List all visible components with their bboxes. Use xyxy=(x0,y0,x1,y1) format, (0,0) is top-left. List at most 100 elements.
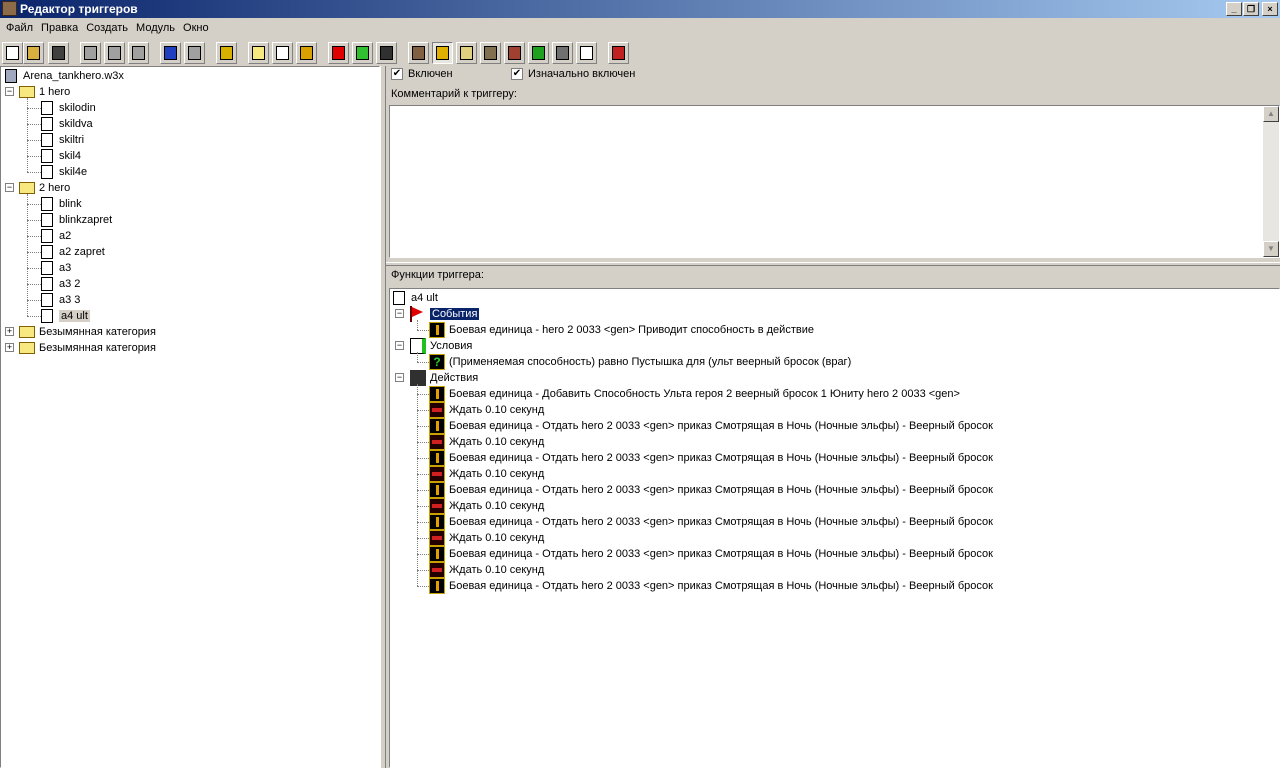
redo-button[interactable] xyxy=(184,42,205,64)
tree-trigger[interactable]: skildva xyxy=(41,116,93,132)
delete-button[interactable] xyxy=(216,42,237,64)
unit-icon xyxy=(429,386,445,402)
tree-trigger[interactable]: skilodin xyxy=(41,100,96,116)
new-trigger-button[interactable] xyxy=(272,42,293,64)
tree-connector xyxy=(27,156,41,157)
trigger-icon xyxy=(41,101,53,115)
object-editor-button[interactable] xyxy=(480,42,501,64)
item-text: Ждать 0.10 секунд xyxy=(449,436,545,448)
cut-icon xyxy=(84,46,97,60)
menu-file[interactable]: Файл xyxy=(2,22,37,34)
scroll-down-button[interactable]: ▼ xyxy=(1263,241,1279,257)
tree-category[interactable]: Безымянная категория xyxy=(19,340,156,356)
new-comment-button[interactable] xyxy=(296,42,317,64)
action-item[interactable]: Боевая единица - Добавить Способность Ул… xyxy=(429,386,960,402)
action-item[interactable]: Ждать 0.10 секунд xyxy=(429,402,544,418)
collapse-icon[interactable]: − xyxy=(395,309,404,318)
trigger-editor-button[interactable] xyxy=(432,42,453,64)
group-events[interactable]: События xyxy=(410,306,481,322)
new-button[interactable] xyxy=(2,42,23,64)
action-item[interactable]: Ждать 0.10 секунд xyxy=(429,562,544,578)
cut-button[interactable] xyxy=(80,42,101,64)
save-button[interactable] xyxy=(48,42,69,64)
tree-trigger[interactable]: a2 zapret xyxy=(41,244,105,260)
action-item[interactable]: Боевая единица - Отдать hero 2 0033 <gen… xyxy=(429,514,993,530)
undo-button[interactable] xyxy=(160,42,181,64)
action-item[interactable]: Боевая единица - Отдать hero 2 0033 <gen… xyxy=(429,450,993,466)
unit-icon xyxy=(429,418,445,434)
trigger-root[interactable]: a4 ult xyxy=(393,290,438,306)
campaign-editor-button[interactable] xyxy=(504,42,525,64)
action-item[interactable]: Ждать 0.10 секунд xyxy=(429,434,544,450)
tree-trigger[interactable]: a3 3 xyxy=(41,292,80,308)
tree-trigger[interactable]: skil4 xyxy=(41,148,81,164)
group-conditions[interactable]: Условия xyxy=(410,338,472,354)
enabled-checkbox[interactable]: ✔ xyxy=(391,68,403,80)
paste-button[interactable] xyxy=(128,42,149,64)
collapse-icon[interactable]: − xyxy=(395,341,404,350)
new-category-button[interactable] xyxy=(248,42,269,64)
object-manager-button[interactable] xyxy=(576,42,597,64)
window-title: Редактор триггеров xyxy=(20,2,138,16)
minimize-button[interactable]: _ xyxy=(1226,2,1242,16)
group-actions[interactable]: Действия xyxy=(410,370,478,386)
comment-textarea[interactable]: ▲ ▼ xyxy=(389,105,1280,258)
tree-trigger[interactable]: a2 xyxy=(41,228,71,244)
paste-icon xyxy=(132,46,145,60)
action-item[interactable]: Ждать 0.10 секунд xyxy=(429,530,544,546)
action-item[interactable]: Боевая единица - Отдать hero 2 0033 <gen… xyxy=(429,546,993,562)
vertical-splitter[interactable] xyxy=(380,66,386,768)
horizontal-splitter[interactable] xyxy=(386,262,1280,266)
condition-icon xyxy=(410,338,426,354)
ai-editor-button[interactable] xyxy=(528,42,549,64)
expand-icon[interactable]: + xyxy=(5,343,14,352)
sound-editor-button[interactable] xyxy=(456,42,477,64)
trigger-label: a2 xyxy=(59,230,72,242)
new-action-button[interactable] xyxy=(376,42,397,64)
tree-trigger[interactable]: blinkzapret xyxy=(41,212,112,228)
trigger-icon xyxy=(41,293,53,307)
unit-icon xyxy=(429,514,445,530)
unit-icon xyxy=(429,578,445,594)
menu-edit[interactable]: Правка xyxy=(37,22,82,34)
condition-item[interactable]: ? (Применяемая способность) равно Пустышк… xyxy=(429,354,851,370)
open-button[interactable] xyxy=(23,42,44,64)
initially-on-checkbox[interactable]: ✔ xyxy=(511,68,523,80)
menu-create[interactable]: Создать xyxy=(82,22,132,34)
action-item[interactable]: Боевая единица - Отдать hero 2 0033 <gen… xyxy=(429,482,993,498)
tree-trigger[interactable]: skil4e xyxy=(41,164,87,180)
menu-module[interactable]: Модуль xyxy=(132,22,179,34)
action-item[interactable]: Ждать 0.10 секунд xyxy=(429,466,544,482)
comment-scrollbar[interactable]: ▲ ▼ xyxy=(1263,106,1279,257)
action-item[interactable]: Боевая единица - Отдать hero 2 0033 <gen… xyxy=(429,578,993,594)
new-action-icon xyxy=(380,46,393,60)
collapse-icon[interactable]: − xyxy=(395,373,404,382)
new-event-button[interactable] xyxy=(328,42,349,64)
tree-category[interactable]: Безымянная категория xyxy=(19,324,156,340)
trigger-functions-tree[interactable]: a4 ult − События Боевая единица - hero 2 00… xyxy=(389,288,1280,768)
scroll-up-button[interactable]: ▲ xyxy=(1263,106,1279,122)
tree-root[interactable]: Arena_tankhero.w3x xyxy=(5,68,124,84)
menu-window[interactable]: Окно xyxy=(179,22,213,34)
close-button[interactable]: × xyxy=(1262,2,1278,16)
tree-trigger[interactable]: skiltri xyxy=(41,132,84,148)
trigger-tree[interactable]: Arena_tankhero.w3x −1 hero skilodin skildva… xyxy=(0,66,380,768)
new-condition-button[interactable] xyxy=(352,42,373,64)
collapse-icon[interactable]: − xyxy=(5,87,14,96)
tree-trigger[interactable]: a3 xyxy=(41,260,71,276)
terrain-editor-button[interactable] xyxy=(408,42,429,64)
collapse-icon[interactable]: − xyxy=(5,183,14,192)
item-text: Боевая единица - Отдать hero 2 0033 <gen… xyxy=(449,452,993,464)
restore-button[interactable]: ❐ xyxy=(1243,2,1259,16)
copy-button[interactable] xyxy=(104,42,125,64)
toolbar xyxy=(0,40,1280,66)
tree-trigger[interactable]: a4 ult xyxy=(41,308,90,324)
test-map-button[interactable] xyxy=(608,42,629,64)
expand-icon[interactable]: + xyxy=(5,327,14,336)
import-manager-button[interactable] xyxy=(552,42,573,64)
tree-trigger[interactable]: a3 2 xyxy=(41,276,80,292)
event-item[interactable]: Боевая единица - hero 2 0033 <gen> Приво… xyxy=(429,322,814,338)
action-item[interactable]: Ждать 0.10 секунд xyxy=(429,498,544,514)
tree-trigger[interactable]: blink xyxy=(41,196,82,212)
action-item[interactable]: Боевая единица - Отдать hero 2 0033 <gen… xyxy=(429,418,993,434)
